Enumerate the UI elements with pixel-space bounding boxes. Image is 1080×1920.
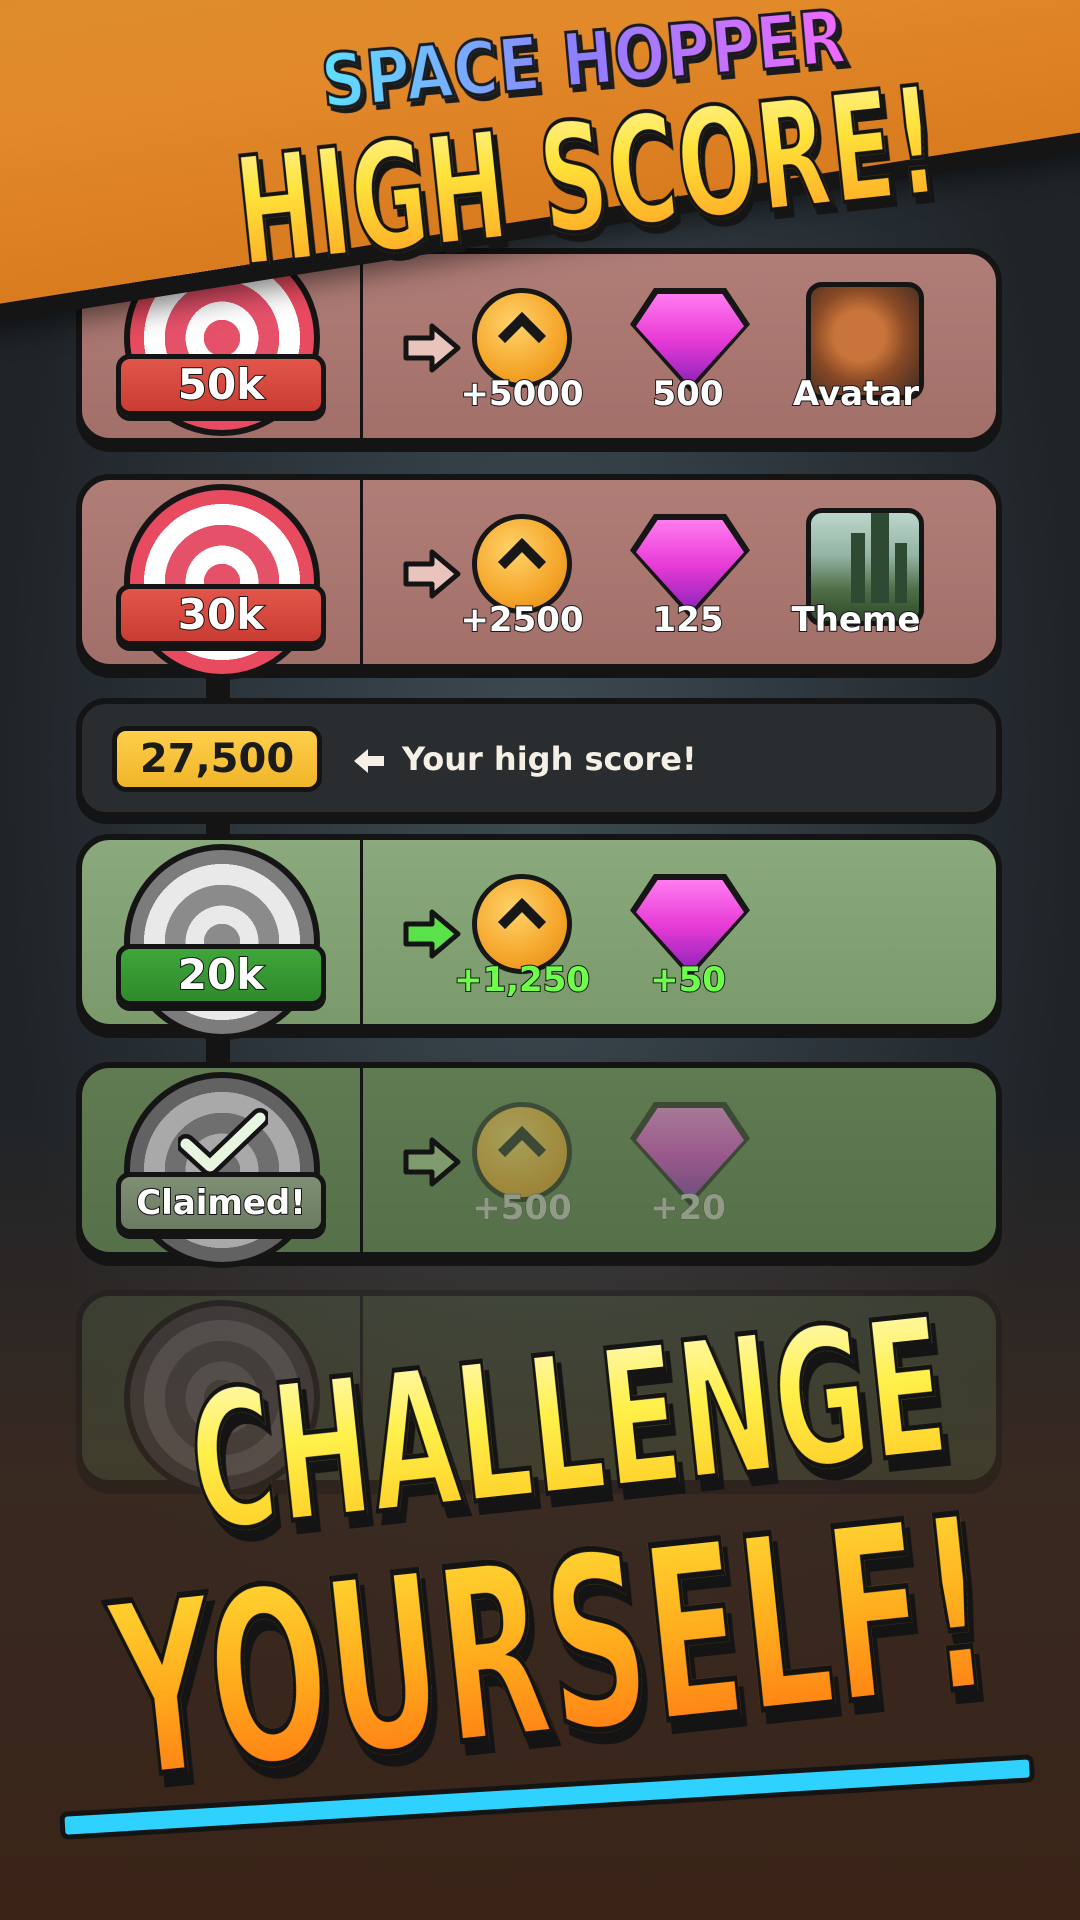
reward-gems-label: 125 — [652, 599, 725, 641]
panel-divider — [360, 1068, 363, 1252]
reward-coins-label: +5000 — [459, 373, 584, 415]
target-icon — [124, 844, 320, 1040]
gem-icon — [636, 294, 744, 386]
coin-icon — [472, 514, 572, 614]
gem-icon — [636, 1108, 744, 1200]
reward-coins-label: +1,250 — [453, 959, 591, 1001]
arrow-right-icon — [403, 323, 461, 373]
tier-threshold-badge: 20k — [116, 944, 326, 1006]
panel-divider — [360, 840, 363, 1024]
reward-gems-label: +50 — [649, 959, 727, 1001]
reward-coins-label: +500 — [472, 1188, 572, 1229]
arrow-left-icon — [354, 749, 384, 773]
reward-tier-20k[interactable]: 20k +1,250 +50 — [76, 834, 1002, 1040]
arrow-right-icon — [403, 1137, 461, 1187]
high-score-note: Your high score! — [402, 740, 697, 778]
reward-tier-30k[interactable]: 30k +2500 125 Theme — [76, 474, 1002, 680]
tier-threshold-badge: 50k — [116, 354, 326, 416]
arrow-right-icon — [403, 909, 461, 959]
arrow-right-icon — [403, 549, 461, 599]
gem-icon — [636, 520, 744, 612]
current-high-score: 27,500 Your high score! — [76, 698, 1002, 818]
reward-item-label: Theme — [791, 599, 922, 641]
coin-icon — [472, 874, 572, 974]
reward-gems-label: 500 — [652, 373, 725, 415]
reward-tier-50k[interactable]: 50k +5000 500 Avatar — [76, 240, 1002, 444]
checkmark-icon — [178, 1108, 268, 1176]
target-icon — [124, 484, 320, 680]
claimed-badge: Claimed! — [116, 1172, 326, 1234]
reward-tier-claimed: Claimed! +500 +20 — [76, 1062, 1002, 1268]
panel-divider — [360, 480, 363, 664]
high-score-value: 27,500 — [112, 726, 322, 792]
gem-icon — [636, 880, 744, 972]
tier-threshold-badge: 30k — [116, 584, 326, 646]
reward-gems-label: +20 — [650, 1188, 727, 1229]
coin-icon — [472, 288, 572, 388]
reward-coins-label: +2500 — [459, 599, 584, 641]
coin-icon — [472, 1102, 572, 1202]
reward-item-label: Avatar — [792, 373, 920, 415]
